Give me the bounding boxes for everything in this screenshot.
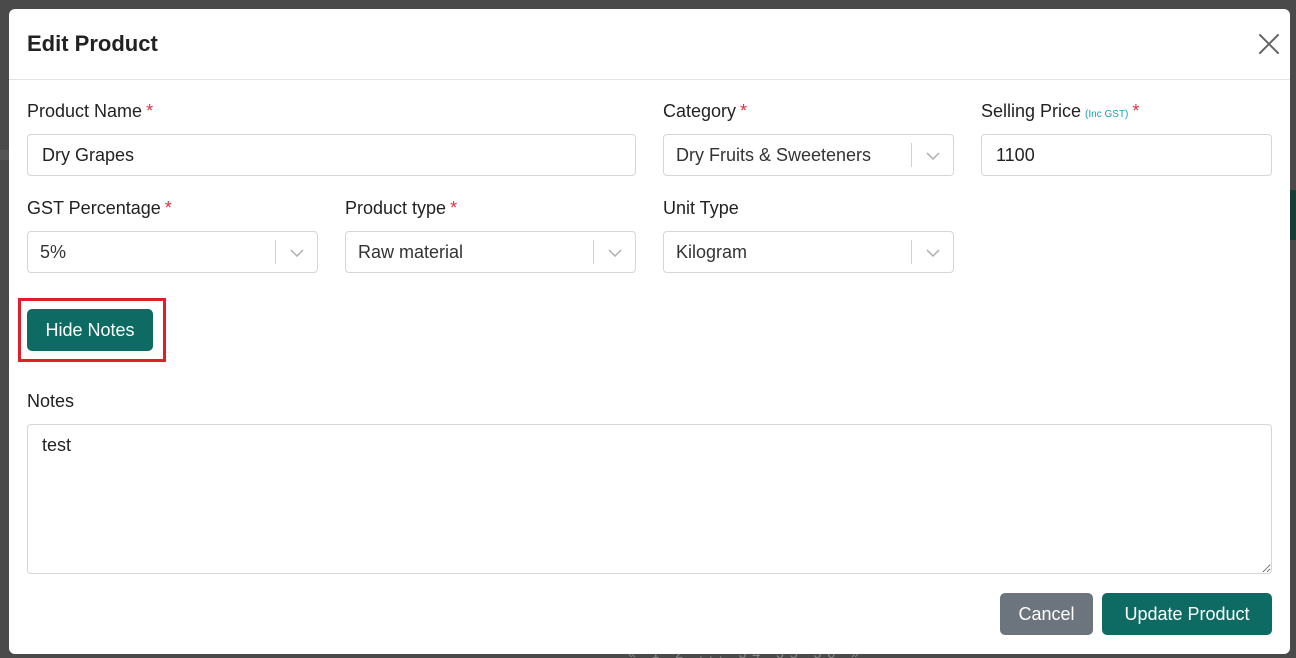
category-select-value: Dry Fruits & Sweeteners	[676, 145, 872, 165]
cancel-button[interactable]: Cancel	[1000, 593, 1093, 635]
select-separator	[593, 240, 594, 264]
required-marker: *	[1132, 101, 1140, 121]
chevron-down-icon[interactable]	[288, 244, 306, 262]
close-icon	[1259, 34, 1279, 54]
required-marker: *	[740, 101, 748, 121]
unit-type-label: Unit Type	[663, 198, 739, 219]
select-separator	[275, 240, 276, 264]
select-separator	[911, 143, 912, 167]
gst-percentage-select-value: 5%	[40, 242, 67, 262]
selling-price-label: Selling Price (Inc GST) *	[981, 101, 1139, 122]
product-type-label-text: Product type	[345, 198, 447, 218]
gst-percentage-label-text: GST Percentage	[27, 198, 161, 218]
required-marker: *	[450, 198, 458, 218]
product-name-label: Product Name *	[27, 101, 153, 122]
update-product-button[interactable]: Update Product	[1102, 593, 1272, 635]
edit-product-modal: Edit Product Product Name* Category* Dry…	[9, 9, 1290, 654]
product-name-label-text: Product Name	[27, 101, 143, 121]
unit-type-select-value: Kilogram	[676, 242, 748, 262]
chevron-down-icon[interactable]	[924, 147, 942, 165]
unit-type-select[interactable]: Kilogram	[663, 231, 954, 273]
select-separator	[911, 240, 912, 264]
category-label-text: Category	[663, 101, 737, 121]
selling-price-input[interactable]	[981, 134, 1272, 176]
product-type-label: Product type *	[345, 198, 457, 219]
unit-type-label-text: Unit Type	[663, 198, 739, 218]
category-label: Category *	[663, 101, 747, 122]
required-marker: *	[146, 101, 154, 121]
hide-notes-button[interactable]: Hide Notes	[27, 309, 153, 351]
product-name-input[interactable]	[27, 134, 636, 176]
gst-percentage-label: GST Percentage *	[27, 198, 172, 219]
chevron-down-icon[interactable]	[606, 244, 624, 262]
background-element	[1290, 190, 1296, 240]
product-type-select[interactable]: Raw material	[345, 231, 636, 273]
category-select[interactable]: Dry Fruits & Sweeteners	[663, 134, 954, 176]
inc-gst-note: (Inc GST)	[1085, 109, 1129, 120]
product-type-select-value: Raw material	[358, 242, 464, 262]
selling-price-label-text: Selling Price	[981, 101, 1082, 121]
gst-percentage-select[interactable]: 5%	[27, 231, 318, 273]
modal-title: Edit Product	[27, 31, 158, 56]
notes-textarea[interactable]: test	[27, 424, 1272, 574]
notes-label: Notes	[27, 391, 75, 411]
chevron-down-icon[interactable]	[924, 244, 942, 262]
required-marker: *	[164, 198, 172, 218]
modal-header: Edit Product	[9, 9, 1290, 80]
close-button[interactable]	[1256, 31, 1282, 57]
